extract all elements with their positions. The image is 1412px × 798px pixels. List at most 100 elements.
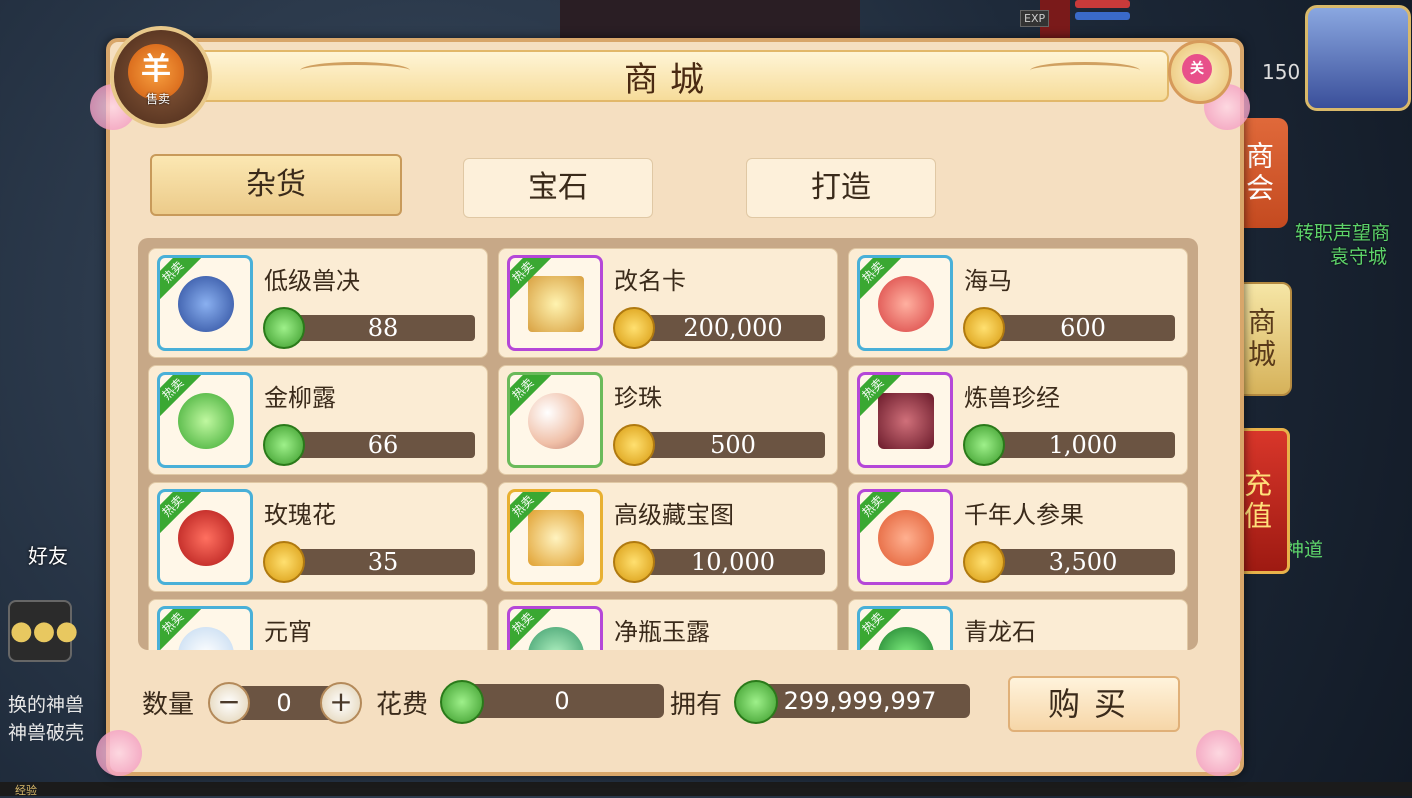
item-card[interactable]: 热卖 玫瑰花 35 — [148, 482, 488, 592]
minus-button[interactable]: − — [208, 682, 250, 724]
item-card[interactable]: 热卖 元宵 — [148, 599, 488, 650]
vase-icon — [528, 627, 584, 650]
item-card[interactable]: 热卖 金柳露 66 — [148, 365, 488, 475]
plus-button[interactable]: + — [320, 682, 362, 724]
item-name: 高级藏宝图 — [614, 501, 734, 529]
chat-message: 神兽破壳 — [8, 722, 85, 744]
owned-label: 拥有 — [670, 690, 723, 720]
item-price: 1,000 — [991, 432, 1175, 458]
title-ornament — [300, 62, 410, 79]
close-icon[interactable]: 关 — [1182, 54, 1212, 84]
item-price: 500 — [641, 432, 825, 458]
item-name: 改名卡 — [614, 267, 686, 295]
page-title: 商城 — [624, 60, 716, 100]
bg-building — [560, 0, 860, 40]
item-grid: 热卖 低级兽决 88 热卖 改名卡 200,000 热卖 海马 600 热卖 金… — [138, 238, 1198, 650]
item-card[interactable]: 热卖 净瓶玉露 — [498, 599, 838, 650]
gold-coin-icon — [963, 541, 1005, 583]
item-card[interactable]: 热卖 青龙石 — [848, 599, 1188, 650]
item-name: 炼兽珍经 — [964, 384, 1060, 412]
item-name: 玫瑰花 — [264, 501, 336, 529]
item-frame: 热卖 — [857, 606, 953, 650]
chat-message: 换的神兽 — [8, 694, 85, 716]
item-card[interactable]: 热卖 高级藏宝图 10,000 — [498, 482, 838, 592]
gourd-icon — [178, 393, 234, 449]
seahorse-icon — [878, 276, 934, 332]
item-name: 低级兽决 — [264, 267, 360, 295]
status-bars — [1075, 0, 1130, 30]
item-frame: 热卖 — [507, 606, 603, 650]
pearl-icon — [528, 393, 584, 449]
gold-coin-icon — [613, 424, 655, 466]
hero-avatar[interactable] — [1305, 5, 1411, 111]
title-ornament — [1030, 62, 1140, 79]
hero-level: 150 — [1262, 60, 1301, 84]
item-frame: 热卖 — [507, 372, 603, 468]
book-icon — [178, 276, 234, 332]
item-name: 珍珠 — [614, 384, 662, 412]
gold-coin-icon — [963, 307, 1005, 349]
buy-button[interactable]: 购买 — [1008, 676, 1180, 732]
quantity-label: 数量 — [142, 690, 195, 720]
treasure-map-icon — [528, 510, 584, 566]
item-name: 千年人参果 — [964, 501, 1084, 529]
jade-coin-icon — [263, 424, 305, 466]
item-name: 金柳露 — [264, 384, 336, 412]
item-price: 200,000 — [641, 315, 825, 341]
tab-dazao[interactable]: 打造 — [746, 158, 936, 218]
item-frame: 热卖 — [507, 255, 603, 351]
jade-coin-icon — [440, 680, 484, 724]
scroll-card-icon — [528, 276, 584, 332]
item-frame: 热卖 — [857, 372, 953, 468]
tab-baoshi[interactable]: 宝石 — [463, 158, 653, 218]
jade-coin-icon — [963, 424, 1005, 466]
item-price: 10,000 — [641, 549, 825, 575]
jade-coin-icon — [734, 680, 778, 724]
tab-zahuo[interactable]: 杂货 — [150, 154, 402, 216]
item-frame: 热卖 — [157, 372, 253, 468]
item-card[interactable]: 热卖 低级兽决 88 — [148, 248, 488, 358]
rose-icon — [178, 510, 234, 566]
gold-coin-icon — [613, 541, 655, 583]
item-price: 3,500 — [991, 549, 1175, 575]
item-frame: 热卖 — [157, 489, 253, 585]
item-name: 元宵 — [264, 618, 312, 646]
item-frame: 热卖 — [157, 606, 253, 650]
item-frame: 热卖 — [507, 489, 603, 585]
item-card[interactable]: 热卖 改名卡 200,000 — [498, 248, 838, 358]
ginseng-fruit-icon — [878, 510, 934, 566]
exp-tag: EXP — [1020, 10, 1050, 27]
owned-value: 299,999,997 — [750, 684, 970, 718]
item-frame: 热卖 — [157, 255, 253, 351]
item-frame: 热卖 — [857, 255, 953, 351]
npc-title: 转职声望商 — [1295, 222, 1391, 244]
dumpling-icon — [178, 627, 234, 650]
item-card[interactable]: 热卖 千年人参果 3,500 — [848, 482, 1188, 592]
cost-label: 花费 — [376, 690, 429, 720]
chat-icon[interactable]: ●●● — [8, 600, 78, 662]
npc-name-2: 神道 — [1285, 539, 1324, 561]
item-frame: 热卖 — [857, 489, 953, 585]
gold-coin-icon — [263, 541, 305, 583]
npc-name: 袁守城 — [1330, 246, 1388, 268]
tome-icon — [878, 393, 934, 449]
item-name: 青龙石 — [964, 618, 1036, 646]
cost-value: 0 — [460, 684, 664, 718]
item-price: 88 — [291, 315, 475, 341]
flower-ornament — [96, 730, 142, 776]
item-card[interactable]: 热卖 炼兽珍经 1,000 — [848, 365, 1188, 475]
item-name: 海马 — [964, 267, 1012, 295]
gold-coin-icon — [613, 307, 655, 349]
item-price: 66 — [291, 432, 475, 458]
friends-button[interactable]: 好友 — [28, 540, 68, 569]
dragon-stone-icon — [878, 627, 934, 650]
item-card[interactable]: 热卖 珍珠 500 — [498, 365, 838, 475]
item-name: 净瓶玉露 — [614, 618, 710, 646]
item-price: 35 — [291, 549, 475, 575]
item-price: 600 — [991, 315, 1175, 341]
jade-coin-icon — [263, 307, 305, 349]
item-card[interactable]: 热卖 海马 600 — [848, 248, 1188, 358]
flower-ornament — [1196, 730, 1242, 776]
exp-bar — [0, 782, 1412, 796]
sell-button-label[interactable]: 售卖 — [138, 90, 178, 107]
